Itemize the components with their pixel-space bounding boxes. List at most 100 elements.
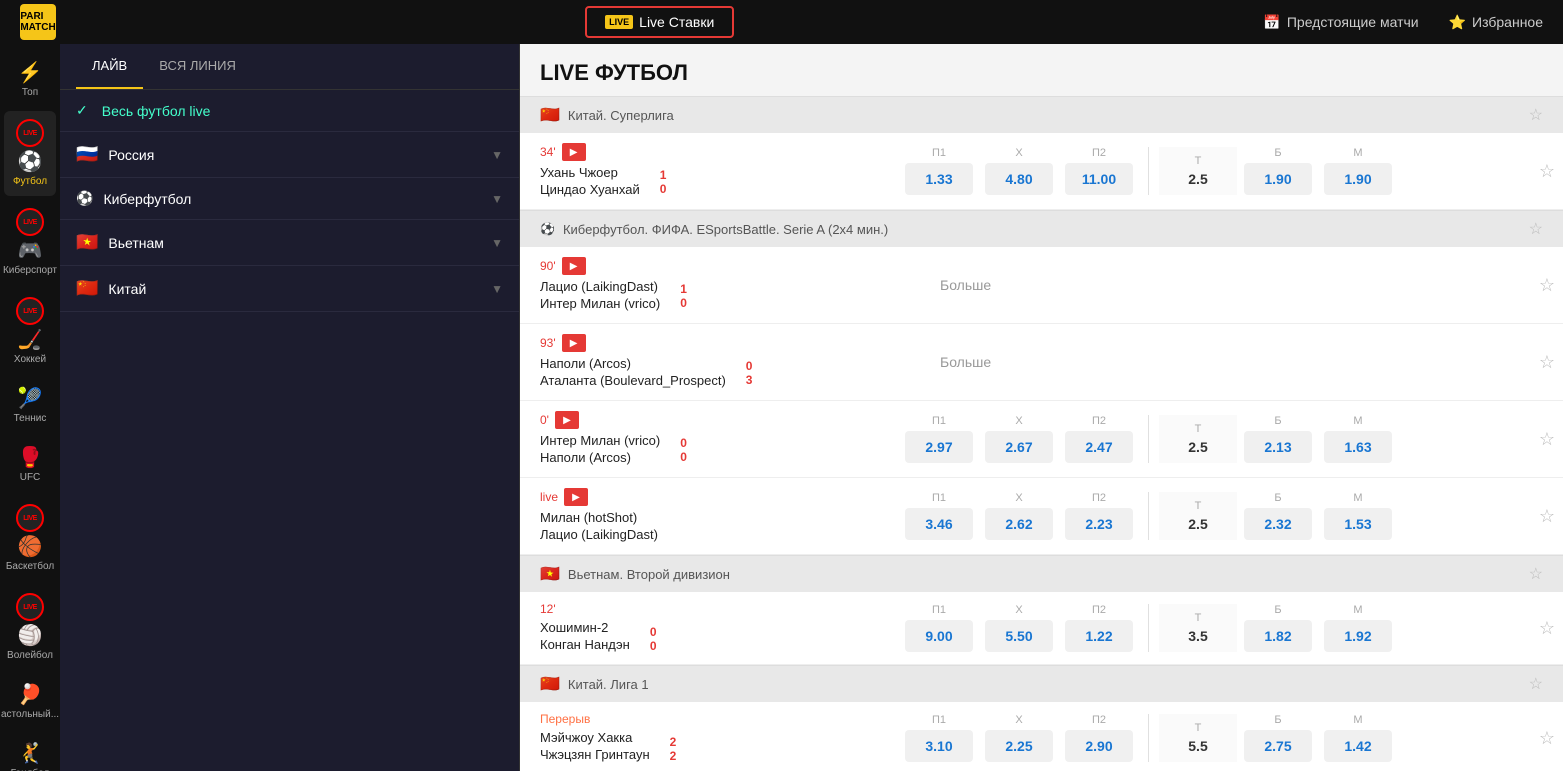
separator-m7 bbox=[1148, 714, 1149, 762]
page-title: LIVE ФУТБОЛ bbox=[540, 60, 688, 86]
logo: PARIMATCH bbox=[20, 4, 56, 40]
video-icon-4[interactable]: ▶ bbox=[555, 411, 579, 429]
sidebar-item-football[interactable]: LIVE ⚽ Футбол bbox=[4, 111, 56, 196]
match-row-4: 0' ▶ Интер Милан (vrico) Наполи (Arcos) … bbox=[520, 401, 1563, 478]
b-label-m5: Б bbox=[1274, 492, 1281, 504]
t-val-m4: 2.5 bbox=[1188, 439, 1207, 455]
menu-item-russia[interactable]: 🇷🇺 Россия ▼ bbox=[60, 132, 519, 178]
match-left-1: 34' ▶ Ухань Чжоер Циндао Хуанхай 1 0 bbox=[520, 133, 900, 209]
video-icon-1[interactable]: ▶ bbox=[562, 143, 586, 161]
main-content: LIVE ФУТБОЛ 🇨🇳 Китай. Суперлига ☆ 34' ▶ … bbox=[520, 44, 1563, 771]
favorite-btn-m5[interactable]: ☆ bbox=[1539, 506, 1555, 527]
menu-item-all-football-live[interactable]: ✓ Весь футбол live bbox=[60, 90, 519, 132]
m-btn-m7[interactable]: 1.42 bbox=[1324, 730, 1392, 762]
favorite-star-china-liga1[interactable]: ☆ bbox=[1529, 674, 1543, 694]
menu-item-cyberfootball[interactable]: ⚽ Киберфутбол ▼ bbox=[60, 178, 519, 220]
sidebar-item-tennis[interactable]: 🎾 Теннис bbox=[4, 378, 56, 433]
p1-btn-m6[interactable]: 9.00 bbox=[905, 620, 973, 652]
b-btn-m5[interactable]: 2.32 bbox=[1244, 508, 1312, 540]
vietnam-flag: 🇻🇳 bbox=[76, 232, 98, 253]
video-icon-3[interactable]: ▶ bbox=[562, 334, 586, 352]
video-icon-2[interactable]: ▶ bbox=[562, 257, 586, 275]
football-icon: ⚽ bbox=[18, 149, 43, 174]
p1-btn-m7[interactable]: 3.10 bbox=[905, 730, 973, 762]
x-btn-m7[interactable]: 2.25 bbox=[985, 730, 1053, 762]
upcoming-matches-button[interactable]: 📅 Предстоящие матчи bbox=[1263, 14, 1418, 31]
m-btn-m5[interactable]: 1.53 bbox=[1324, 508, 1392, 540]
x-label-m1: Х bbox=[1015, 147, 1022, 159]
b-btn-m1[interactable]: 1.90 bbox=[1244, 163, 1312, 195]
team1-m2: Лацио (LaikingDast) bbox=[540, 279, 660, 294]
sidebar-label-tennis: Теннис bbox=[14, 413, 47, 425]
favorite-star-cyber[interactable]: ☆ bbox=[1529, 219, 1543, 239]
upcoming-label: Предстоящие матчи bbox=[1287, 14, 1419, 30]
p1-btn-m4[interactable]: 2.97 bbox=[905, 431, 973, 463]
sidebar-item-handball[interactable]: 🤾 Гандбол bbox=[4, 733, 56, 771]
favorite-btn-m4[interactable]: ☆ bbox=[1539, 429, 1555, 450]
score1-m1: 1 bbox=[660, 168, 667, 182]
match-time-text-6: 12' bbox=[540, 602, 556, 616]
p1-label-m1: П1 bbox=[932, 147, 946, 159]
handball-icon: 🤾 bbox=[18, 741, 43, 766]
m-btn-m1[interactable]: 1.90 bbox=[1324, 163, 1392, 195]
x-btn-m1[interactable]: 4.80 bbox=[985, 163, 1053, 195]
team2-m1: Циндао Хуанхай bbox=[540, 182, 640, 197]
menu-item-china[interactable]: 🇨🇳 Китай ▼ bbox=[60, 266, 519, 312]
favorites-button[interactable]: ⭐ Избранное bbox=[1449, 14, 1543, 31]
chevron-down-icon-china: ▼ bbox=[491, 282, 503, 296]
menu-item-vietnam[interactable]: 🇻🇳 Вьетнам ▼ bbox=[60, 220, 519, 266]
match-left-2: 90' ▶ Лацио (LaikingDast) Интер Милан (v… bbox=[520, 247, 900, 323]
menu-label-all-football: Весь футбол live bbox=[102, 103, 503, 119]
tab-all-line[interactable]: ВСЯ ЛИНИЯ bbox=[143, 44, 252, 89]
p2-btn-m6[interactable]: 1.22 bbox=[1065, 620, 1133, 652]
sidebar-item-tabletennis[interactable]: 🏓 астольный... bbox=[4, 674, 56, 729]
score1-m6: 0 bbox=[650, 625, 657, 639]
p2-btn-m5[interactable]: 2.23 bbox=[1065, 508, 1133, 540]
favorite-star-vietnam[interactable]: ☆ bbox=[1529, 564, 1543, 584]
sidebar-item-volleyball[interactable]: LIVE 🏐 Волейбол bbox=[4, 585, 56, 670]
live-badge: LIVE bbox=[605, 15, 633, 29]
football-live-badge: LIVE bbox=[16, 119, 44, 147]
total-t-m1: Т 2.5 bbox=[1159, 147, 1237, 195]
p1-label-m7: П1 bbox=[932, 714, 946, 726]
sidebar-item-top[interactable]: ⚡ Топ bbox=[4, 52, 56, 107]
separator-m1 bbox=[1148, 147, 1149, 195]
live-bets-button[interactable]: LIVE Live Ставки bbox=[585, 6, 734, 38]
b-btn-m7[interactable]: 2.75 bbox=[1244, 730, 1312, 762]
odd-p2-m7: П2 2.90 bbox=[1060, 714, 1138, 762]
video-icon-5[interactable]: ▶ bbox=[564, 488, 588, 506]
p2-btn-m1[interactable]: 11.00 bbox=[1065, 163, 1133, 195]
favorite-btn-m2[interactable]: ☆ bbox=[1539, 275, 1555, 296]
m-btn-m6[interactable]: 1.92 bbox=[1324, 620, 1392, 652]
b-btn-m4[interactable]: 2.13 bbox=[1244, 431, 1312, 463]
x-label-m7: Х bbox=[1015, 714, 1022, 726]
favorite-star-china-super[interactable]: ☆ bbox=[1529, 105, 1543, 125]
score2-m7: 2 bbox=[670, 749, 677, 763]
sidebar-item-hockey[interactable]: LIVE 🏒 Хоккей bbox=[4, 289, 56, 374]
b-label-m4: Б bbox=[1274, 415, 1281, 427]
sidebar-item-ufc[interactable]: 🥊 UFC bbox=[4, 437, 56, 492]
m-btn-m4[interactable]: 1.63 bbox=[1324, 431, 1392, 463]
match-row-1: 34' ▶ Ухань Чжоер Циндао Хуанхай 1 0 П1 … bbox=[520, 133, 1563, 210]
x-btn-m5[interactable]: 2.62 bbox=[985, 508, 1053, 540]
logo-icon: PARIMATCH bbox=[20, 4, 56, 40]
favorite-btn-m3[interactable]: ☆ bbox=[1539, 352, 1555, 373]
x-btn-m4[interactable]: 2.67 bbox=[985, 431, 1053, 463]
tab-live[interactable]: ЛАЙВ bbox=[76, 44, 143, 89]
score1-m2: 1 bbox=[680, 282, 687, 296]
team2-m5: Лацио (LaikingDast) bbox=[540, 527, 658, 542]
x-btn-m6[interactable]: 5.50 bbox=[985, 620, 1053, 652]
p1-btn-m5[interactable]: 3.46 bbox=[905, 508, 973, 540]
b-btn-m6[interactable]: 1.82 bbox=[1244, 620, 1312, 652]
hockey-live-badge: LIVE bbox=[16, 297, 44, 325]
sidebar-item-esports[interactable]: LIVE 🎮 Киберспорт bbox=[4, 200, 56, 285]
t-label-m6: Т bbox=[1195, 612, 1202, 624]
favorite-btn-m6[interactable]: ☆ bbox=[1539, 618, 1555, 639]
p2-btn-m4[interactable]: 2.47 bbox=[1065, 431, 1133, 463]
favorite-btn-m7[interactable]: ☆ bbox=[1539, 728, 1555, 749]
odd-x-m6: Х 5.50 bbox=[980, 604, 1058, 652]
p1-btn-m1[interactable]: 1.33 bbox=[905, 163, 973, 195]
favorite-btn-m1[interactable]: ☆ bbox=[1539, 161, 1555, 182]
sidebar-item-basketball[interactable]: LIVE 🏀 Баскетбол bbox=[4, 496, 56, 581]
p2-btn-m7[interactable]: 2.90 bbox=[1065, 730, 1133, 762]
